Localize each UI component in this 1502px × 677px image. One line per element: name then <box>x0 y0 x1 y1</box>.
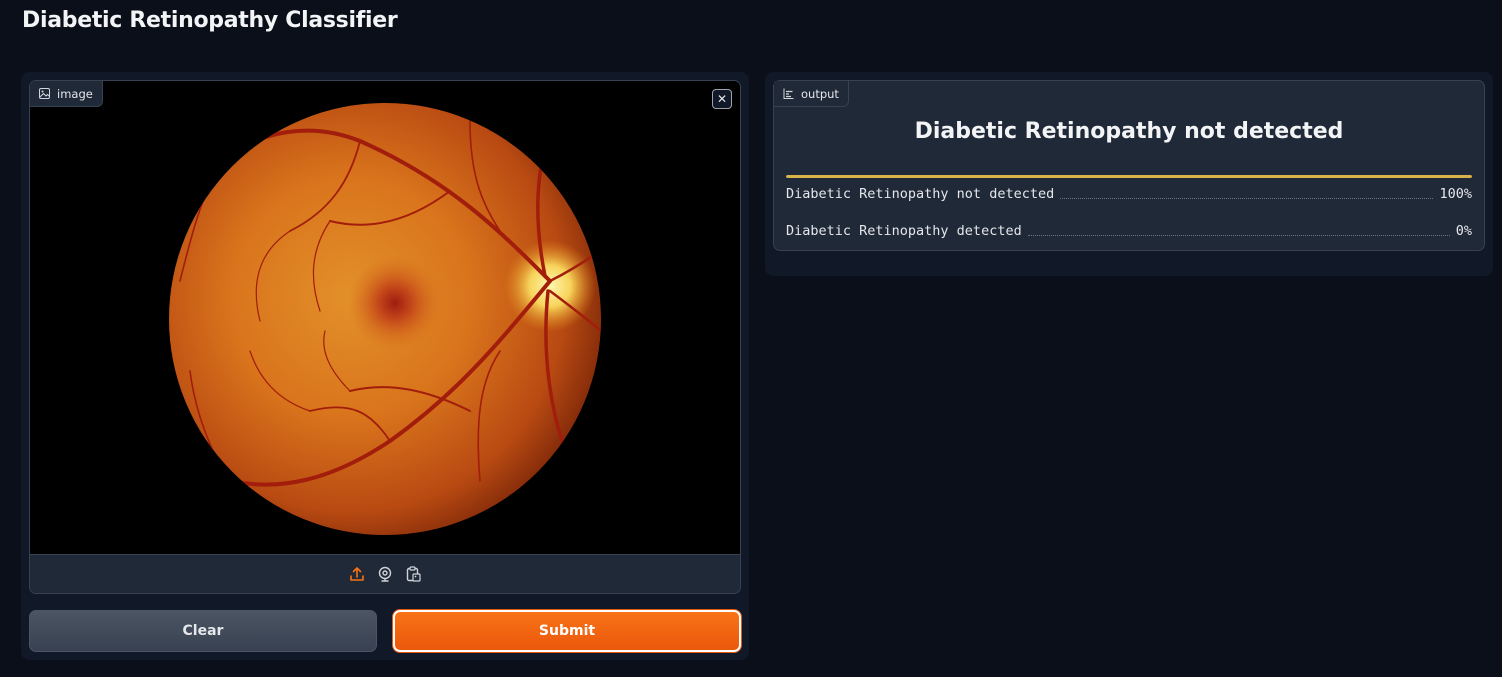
upload-icon[interactable] <box>349 566 365 582</box>
confidence-bar <box>786 175 1472 178</box>
output-column: output Diabetic Retinopathy not detected… <box>765 72 1493 276</box>
confidence-row: Diabetic Retinopathy not detected 100% <box>786 184 1472 204</box>
confidence-value: 100% <box>1439 186 1472 202</box>
confidence-row: Diabetic Retinopathy detected 0% <box>786 221 1472 241</box>
bar-chart-icon <box>783 88 794 99</box>
output-label-text: output <box>801 86 839 101</box>
clear-button[interactable]: Clear <box>29 610 377 652</box>
confidence-dots <box>1027 234 1450 236</box>
image-source-bar <box>30 554 740 593</box>
fundus-image <box>30 81 740 554</box>
image-label: image <box>30 81 103 107</box>
image-input-block[interactable]: image ✕ <box>29 80 741 594</box>
output-label: output <box>774 81 849 107</box>
image-label-text: image <box>57 86 93 101</box>
close-icon[interactable]: ✕ <box>712 89 732 109</box>
webcam-icon[interactable] <box>377 566 393 582</box>
confidence-label: Diabetic Retinopathy not detected <box>786 186 1055 202</box>
input-column: image ✕ Clear Submit <box>21 72 749 660</box>
submit-button[interactable]: Submit <box>393 610 741 652</box>
confidence-label: Diabetic Retinopathy detected <box>786 223 1022 239</box>
page-title: Diabetic Retinopathy Classifier <box>22 8 398 33</box>
output-block: output Diabetic Retinopathy not detected… <box>773 80 1485 251</box>
confidence-dots <box>1060 197 1434 199</box>
confidence-value: 0% <box>1455 223 1472 239</box>
predicted-label: Diabetic Retinopathy not detected <box>914 119 1344 144</box>
clipboard-icon[interactable] <box>405 566 421 582</box>
image-icon <box>39 88 50 99</box>
confidence-bar-fill <box>786 175 1472 178</box>
